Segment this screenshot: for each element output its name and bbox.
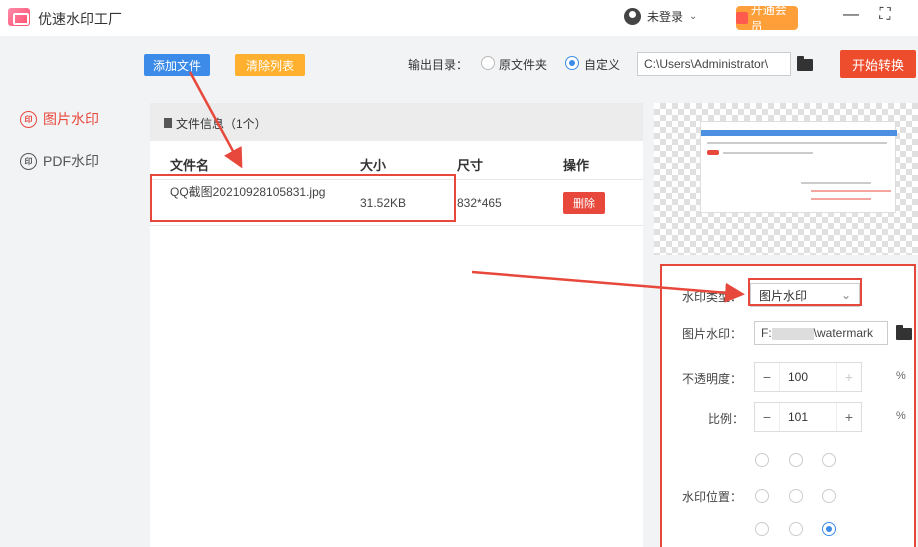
delete-button[interactable]: 删除 — [563, 192, 605, 214]
increment-button[interactable]: + — [837, 409, 861, 425]
thumb-line — [707, 142, 887, 144]
output-path-input[interactable]: C:\Users\Administrator\ — [637, 52, 791, 76]
image-path-prefix: F: — [761, 326, 772, 340]
preview-thumbnail — [700, 121, 897, 213]
highlight-file-row — [150, 174, 456, 222]
position-top-left[interactable] — [755, 453, 769, 467]
file-info-title: 文件信息（1个） — [176, 117, 267, 131]
image-watermark-label: 图片水印： — [682, 327, 743, 341]
thumb-line — [723, 152, 813, 154]
radio-custom-folder[interactable] — [565, 56, 579, 70]
title-bar: 优速水印工厂 未登录 ⌄ 开通会员 — ⛶ — [0, 0, 918, 36]
image-path-suffix: \watermark — [813, 326, 874, 340]
file-list-panel: 文件信息（1个） 文件名 大小 尺寸 操作 QQ截图20210928105831… — [150, 103, 643, 547]
position-middle-center[interactable] — [789, 489, 803, 503]
percent-sign: % — [896, 370, 906, 382]
column-header-action: 操作 — [563, 158, 590, 173]
sidebar-item-label: 图片水印 — [43, 111, 99, 127]
column-header-name: 文件名 — [170, 158, 210, 173]
user-icon — [624, 8, 641, 25]
radio-original-folder[interactable] — [481, 56, 495, 70]
file-dims-cell: 832*465 — [457, 196, 502, 210]
start-convert-button[interactable]: 开始转换 — [840, 50, 916, 78]
decrement-button[interactable]: − — [755, 369, 779, 385]
blurred-path — [771, 327, 814, 340]
minimize-button[interactable]: — — [840, 6, 862, 24]
thumb-nav-bar — [701, 130, 897, 136]
position-middle-right[interactable] — [822, 489, 836, 503]
radio-original-label: 原文件夹 — [499, 58, 548, 72]
radio-custom-label: 自定义 — [584, 58, 621, 72]
column-header-dims: 尺寸 — [457, 158, 484, 173]
folder-icon[interactable] — [896, 325, 912, 340]
scale-stepper[interactable]: − 101 + — [754, 402, 862, 432]
chevron-down-icon: ⌄ — [689, 11, 698, 22]
sidebar-item-image-watermark[interactable]: 印 图片水印 — [20, 109, 99, 129]
scale-value[interactable]: 101 — [779, 403, 837, 431]
opacity-value[interactable]: 100 — [779, 363, 837, 391]
clear-list-button[interactable]: 清除列表 — [235, 54, 305, 76]
position-bottom-center[interactable] — [789, 522, 803, 536]
document-icon — [164, 118, 172, 128]
file-info-header: 文件信息（1个） — [150, 103, 643, 141]
user-menu[interactable]: 未登录 ⌄ — [624, 8, 697, 25]
position-top-center[interactable] — [789, 453, 803, 467]
highlight-type-select — [748, 278, 862, 306]
app-logo-icon — [8, 8, 30, 26]
output-dir-label: 输出目录： — [408, 58, 469, 72]
opacity-stepper[interactable]: − 100 + — [754, 362, 862, 392]
vip-label: 开通会员 — [750, 3, 787, 34]
app-title: 优速水印工厂 — [38, 11, 122, 27]
vip-button[interactable]: 开通会员 — [736, 3, 798, 34]
percent-sign: % — [896, 410, 906, 422]
thumb-line — [801, 182, 871, 184]
divider — [150, 225, 643, 226]
thumb-line — [811, 198, 871, 200]
watermark-icon: 印 — [20, 110, 37, 128]
user-login-label: 未登录 — [647, 10, 684, 24]
position-top-right[interactable] — [822, 453, 836, 467]
scale-label: 比例： — [708, 412, 745, 426]
image-watermark-path-input[interactable]: F: \watermark — [754, 321, 888, 345]
increment-button[interactable]: + — [837, 369, 861, 385]
sidebar: 印 图片水印 印 PDF水印 — [0, 36, 135, 547]
sidebar-item-pdf-watermark[interactable]: 印 PDF水印 — [20, 151, 99, 171]
vip-icon — [736, 12, 748, 24]
decrement-button[interactable]: − — [755, 409, 779, 425]
sidebar-item-label: PDF水印 — [43, 153, 99, 169]
position-bottom-right[interactable] — [822, 522, 836, 536]
folder-icon[interactable] — [797, 56, 813, 71]
maximize-button[interactable]: ⛶ — [874, 6, 896, 24]
add-file-button[interactable]: 添加文件 — [144, 54, 210, 76]
column-header-size: 大小 — [360, 158, 387, 173]
thumb-red-mark — [707, 150, 719, 155]
watermark-settings-panel: 水印类型： 图片水印 ⌄ 图片水印： F: \watermark 不透明度： − … — [660, 264, 916, 547]
toolbar: 添加文件 清除列表 输出目录： 原文件夹 自定义 C:\Users\Admini… — [135, 36, 918, 92]
opacity-label: 不透明度： — [682, 372, 743, 386]
watermark-icon: 印 — [20, 152, 37, 170]
preview-area — [654, 103, 918, 255]
watermark-position-label: 水印位置： — [682, 490, 743, 504]
position-bottom-left[interactable] — [755, 522, 769, 536]
thumb-line — [811, 190, 891, 192]
watermark-type-label: 水印类型： — [682, 290, 743, 304]
position-middle-left[interactable] — [755, 489, 769, 503]
